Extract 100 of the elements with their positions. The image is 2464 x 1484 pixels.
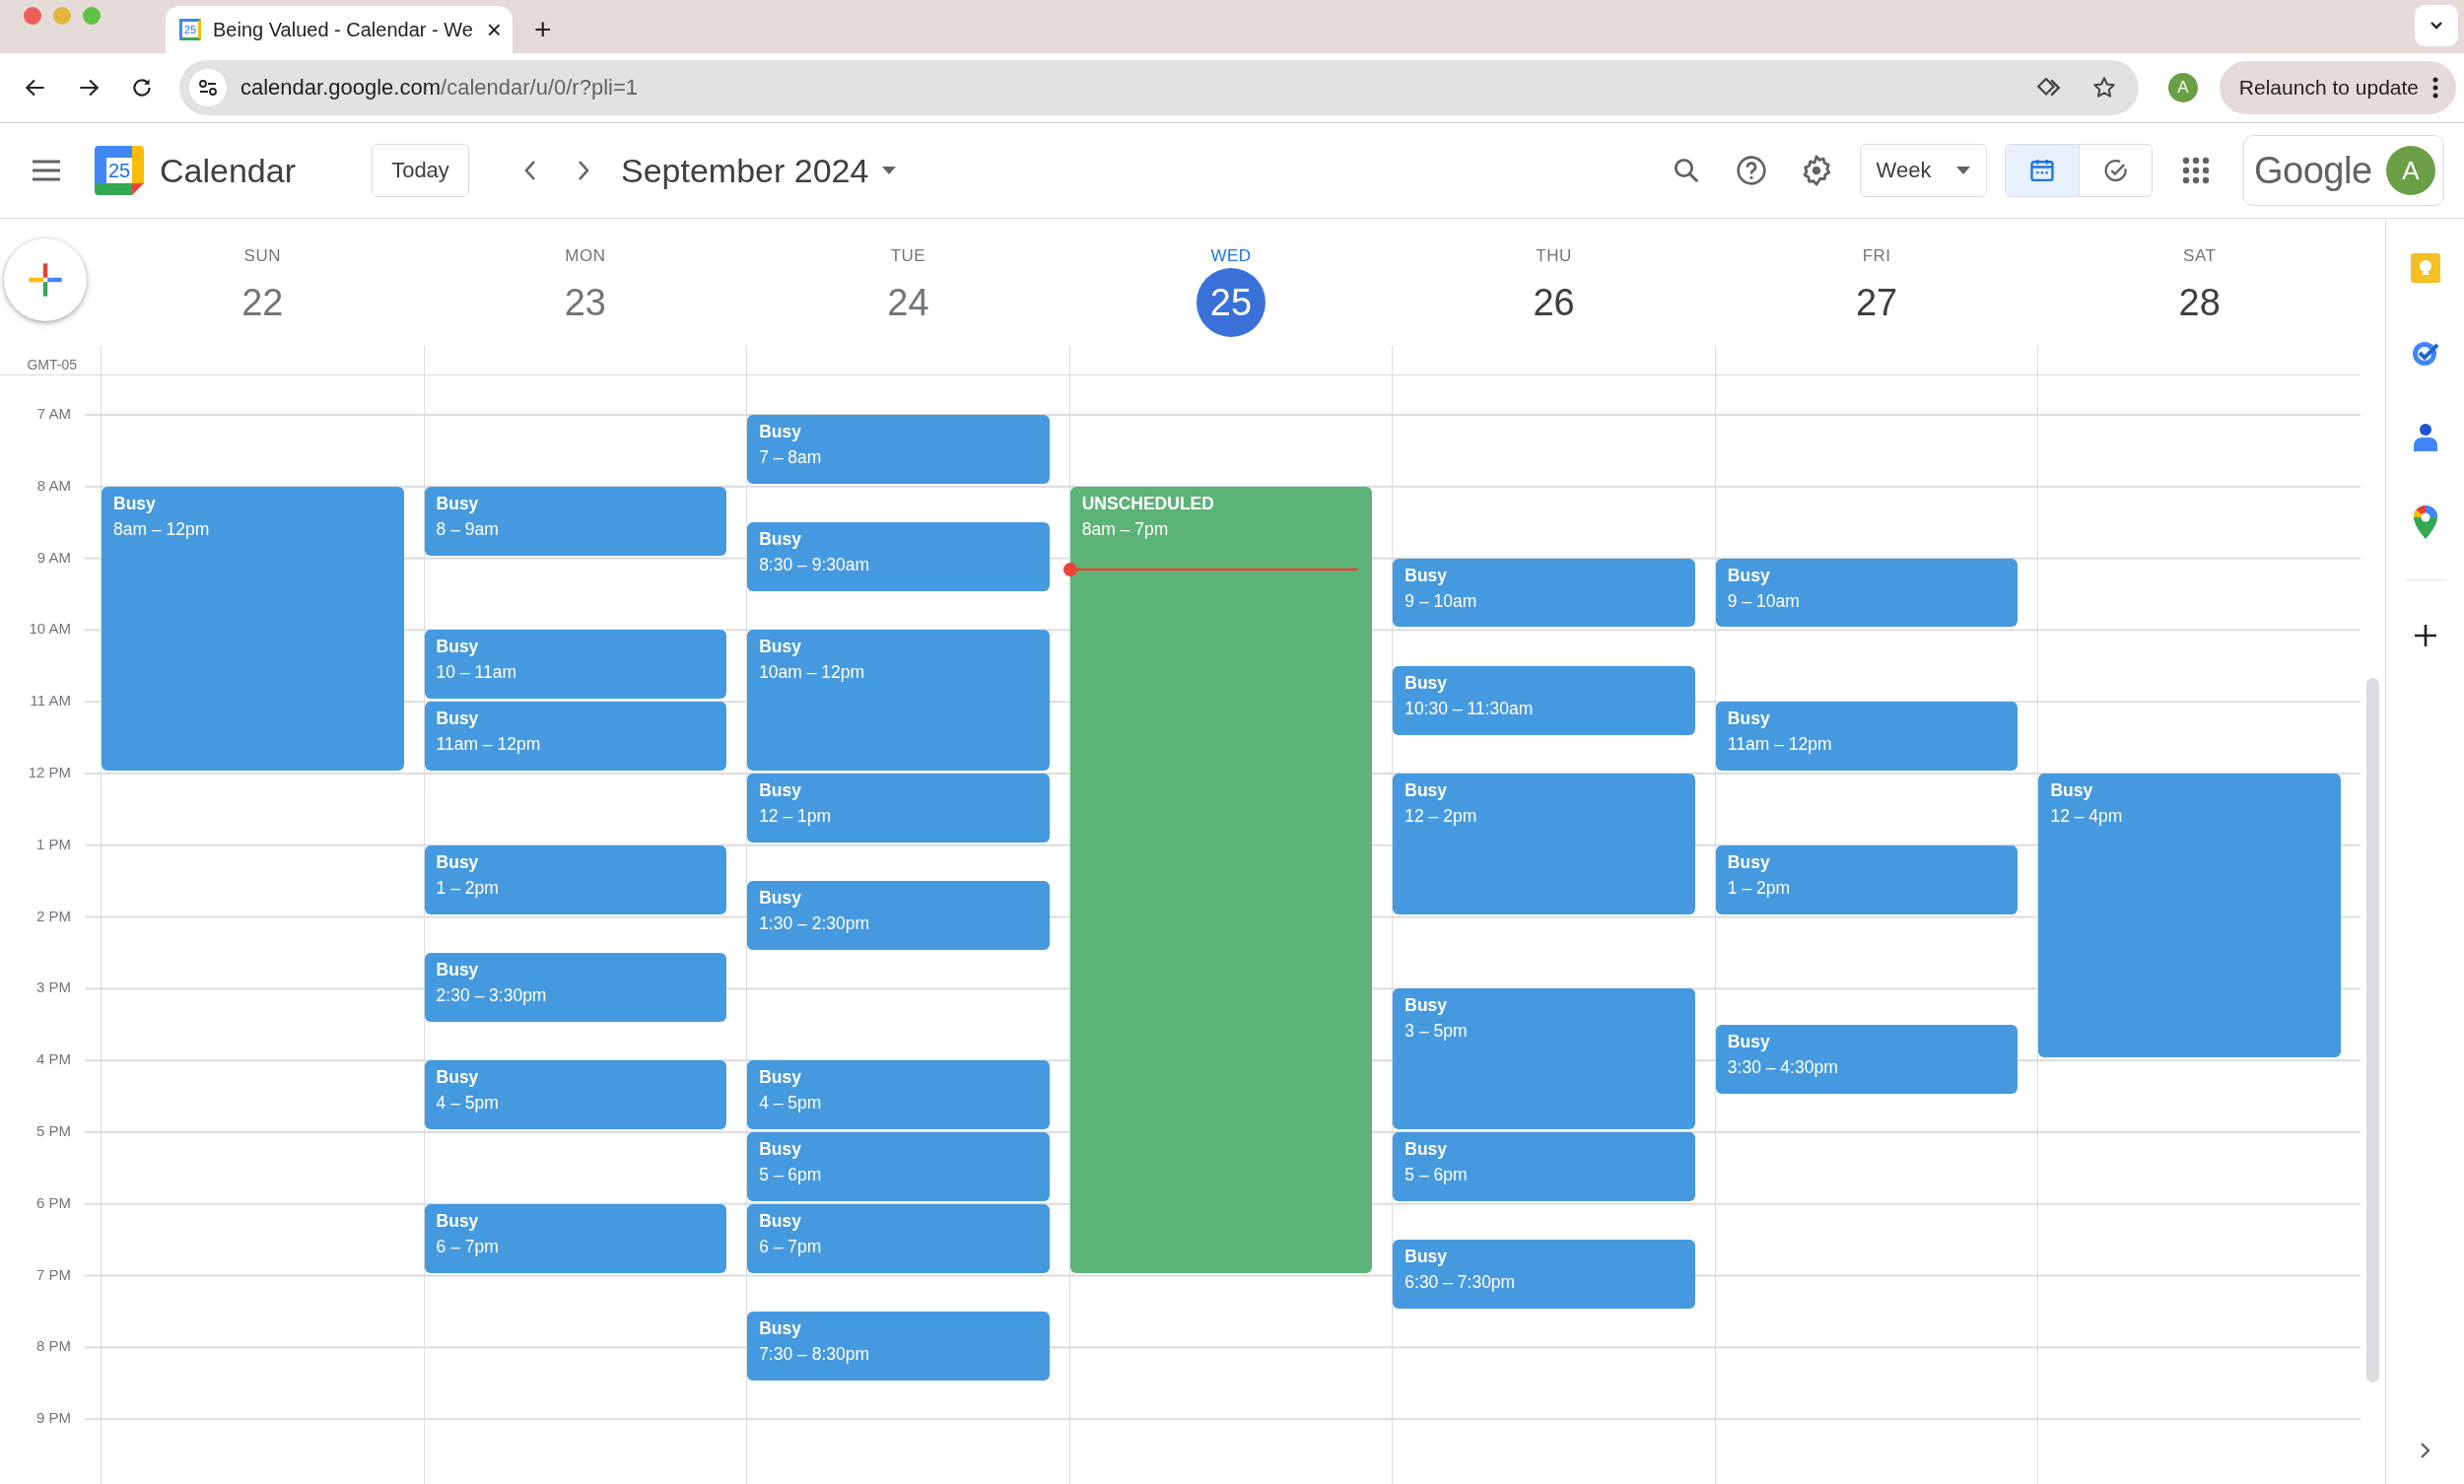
date-number[interactable]: 24 — [873, 268, 943, 337]
event-time: 4 – 5pm — [436, 1093, 500, 1114]
hour-label: 12 PM — [28, 764, 71, 781]
chevron-right-icon — [576, 159, 591, 182]
calendar-event[interactable]: Busy 1:30 – 2:30pm — [747, 881, 1050, 950]
date-number[interactable]: 25 — [1197, 268, 1266, 337]
event-time: 8am – 7pm — [1081, 518, 1170, 540]
browser-tab[interactable]: 25 Being Valued - Calendar - We × — [166, 6, 513, 53]
calendar-event[interactable]: Busy 11am – 12pm — [424, 702, 727, 771]
calendar-event[interactable]: Busy 10 – 11am — [424, 630, 727, 700]
event-title: UNSCHEDULED — [1081, 493, 1215, 514]
event-title: Busy — [759, 1139, 802, 1160]
hour-label: 8 AM — [36, 476, 71, 495]
weekday-label: THU — [1536, 246, 1572, 266]
calendar-event[interactable]: Busy 2:30 – 3:30pm — [424, 953, 727, 1022]
event-title: Busy — [113, 493, 157, 514]
caret-icon — [882, 167, 897, 174]
account-avatar[interactable]: A — [2386, 146, 2435, 195]
event-title: Busy — [1727, 1031, 1771, 1052]
hour-label: 1 PM — [36, 835, 71, 853]
month-picker[interactable]: September 2024 — [621, 151, 897, 190]
calendar-event[interactable]: Busy 9 – 10am — [1715, 558, 2019, 628]
event-time: 1 – 2pm — [436, 877, 500, 899]
date-number[interactable]: 27 — [1842, 268, 1912, 337]
hour-label: 2 PM — [36, 907, 71, 925]
date-number[interactable]: 22 — [228, 268, 298, 337]
event-title: Busy — [1404, 1247, 1449, 1268]
date-number[interactable]: 26 — [1519, 268, 1589, 337]
event-time: 9 – 10am — [1404, 590, 1478, 612]
calendar-event[interactable]: Busy 4 – 5pm — [747, 1060, 1050, 1129]
today-button[interactable]: Today — [372, 144, 469, 197]
calendar-event[interactable]: Busy 1 – 2pm — [424, 844, 727, 914]
calendar-event[interactable]: Busy 6 – 7pm — [424, 1203, 727, 1273]
event-time: 6:30 – 7:30pm — [1404, 1272, 1517, 1294]
hour-label: 10 AM — [29, 620, 71, 639]
calendar-event[interactable]: Busy 1 – 2pm — [1715, 844, 2019, 914]
weekday-label: SUN — [243, 246, 281, 266]
calendar-event[interactable]: Busy 3:30 – 4:30pm — [1715, 1024, 2019, 1094]
weekday-label: SAT — [2183, 246, 2217, 266]
event-time: 1:30 – 2:30pm — [759, 913, 871, 935]
calendar-event[interactable]: Busy 7:30 – 8:30pm — [747, 1312, 1050, 1381]
event-title: Busy — [436, 1210, 480, 1232]
event-title: Busy — [759, 422, 802, 442]
calendar-event[interactable]: Busy 6:30 – 7:30pm — [1393, 1240, 1695, 1309]
hour-label: 7 AM — [36, 405, 71, 423]
event-time: 1 – 2pm — [1727, 877, 1792, 899]
event-time: 5 – 6pm — [1404, 1165, 1469, 1185]
profile-avatar[interactable]: A — [2167, 73, 2198, 102]
relaunch-button[interactable]: Relaunch to update — [2219, 61, 2456, 114]
create-button[interactable] — [4, 238, 87, 321]
event-title: Busy — [759, 1210, 802, 1232]
event-title: Busy — [436, 1067, 480, 1089]
address-bar[interactable]: calendar.google.com/calendar/u/0/r?pli=1 — [179, 60, 2139, 115]
calendar-event[interactable]: Busy 11am – 12pm — [1715, 702, 2019, 771]
calendar-event[interactable]: Busy 10am – 12pm — [747, 630, 1050, 771]
app-title: Calendar — [160, 151, 297, 190]
url-text: calendar.google.com/calendar/u/0/r?pli=1 — [240, 75, 639, 101]
hour-label: 4 PM — [36, 1050, 71, 1069]
hour-label: 3 PM — [36, 978, 71, 997]
event-title: Busy — [1727, 565, 1771, 586]
event-time: 3 – 5pm — [1404, 1021, 1469, 1043]
hour-label: 8 PM — [36, 1337, 71, 1356]
site-settings-icon[interactable] — [189, 69, 227, 106]
calendar-view-tab[interactable] — [2006, 145, 2079, 196]
event-time: 11am – 12pm — [1727, 734, 1833, 756]
hour-label: 9 AM — [36, 548, 71, 567]
calendar-event[interactable]: Busy 8:30 – 9:30am — [747, 522, 1050, 591]
calendar-event[interactable]: Busy 5 – 6pm — [747, 1132, 1050, 1201]
calendar-event[interactable]: Busy 12 – 2pm — [1393, 774, 1695, 914]
hour-label: 7 PM — [36, 1265, 71, 1284]
calendar-event[interactable]: Busy 12 – 1pm — [747, 774, 1050, 843]
calendar-event[interactable]: Busy 10:30 – 11:30am — [1393, 665, 1695, 735]
event-title: Busy — [1404, 672, 1449, 694]
date-number[interactable]: 23 — [550, 268, 620, 337]
calendar-event[interactable]: Busy 5 – 6pm — [1393, 1132, 1695, 1201]
calendar-event[interactable]: Busy 3 – 5pm — [1393, 988, 1695, 1129]
google-wordmark: Google — [2254, 149, 2372, 192]
timezone-label: GMT-05 — [26, 357, 77, 372]
hour-label: 9 PM — [36, 1409, 71, 1428]
calendar-view-icon — [2028, 157, 2056, 184]
chevron-left-icon — [522, 159, 538, 182]
event-title: Busy — [436, 851, 480, 873]
calendar-event[interactable]: Busy 6 – 7pm — [747, 1203, 1050, 1273]
calendar-event[interactable]: Busy 4 – 5pm — [424, 1060, 727, 1129]
account-switcher[interactable]: Google A — [2243, 135, 2444, 206]
more-icon — [2432, 76, 2438, 100]
calendar-event[interactable]: Busy 8am – 12pm — [102, 486, 404, 771]
event-title: Busy — [759, 1067, 802, 1089]
calendar-event[interactable]: Busy 12 – 4pm — [2038, 774, 2341, 1058]
new-tab-button[interactable]: + — [528, 15, 558, 44]
scrollbar[interactable] — [2366, 678, 2379, 1383]
close-tab-button[interactable]: × — [484, 17, 505, 42]
event-title: Busy — [759, 780, 802, 801]
calendar-event[interactable]: Busy 8 – 9am — [424, 486, 727, 556]
view-dropdown[interactable]: Week — [1860, 144, 1987, 197]
calendar-event[interactable]: Busy 9 – 10am — [1393, 558, 1695, 628]
date-number[interactable]: 28 — [2164, 268, 2234, 337]
calendar-event[interactable]: UNSCHEDULED 8am – 7pm — [1069, 486, 1373, 1273]
calendar-event[interactable]: Busy 7 – 8am — [747, 415, 1050, 484]
event-time: 8am – 12pm — [113, 518, 211, 540]
